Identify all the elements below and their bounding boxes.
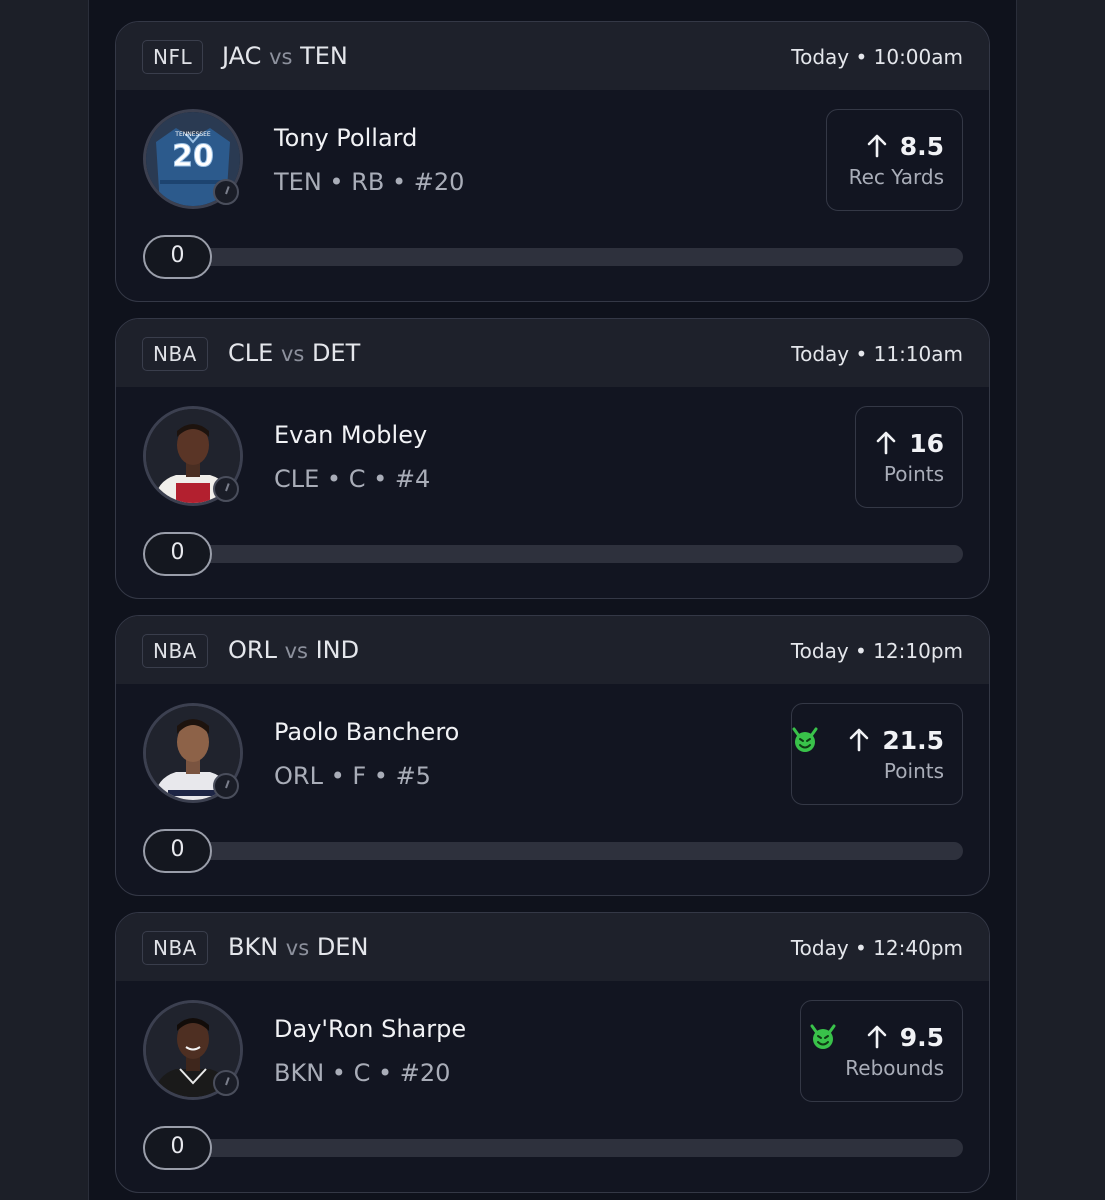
jersey-text: TENNESSEE <box>174 131 211 138</box>
game-time: Today • 12:40pm <box>790 936 963 960</box>
matchup: CLE vs DET <box>228 337 360 370</box>
projection-stat-label: Points <box>883 759 944 783</box>
progress-track <box>172 1139 963 1157</box>
progress-track <box>172 545 963 563</box>
progress-track <box>172 842 963 860</box>
projection-line: 21.5 <box>790 722 944 758</box>
projection-stat-label: Points <box>883 462 944 486</box>
pick-card[interactable]: NFL JAC vs TEN Today • 10:00am TENNESSEE… <box>115 21 990 302</box>
pick-card[interactable]: NBA CLE vs DET Today • 11:10am Evan Mobl… <box>115 318 990 599</box>
player-name: Tony Pollard <box>274 124 418 152</box>
projection-box[interactable]: 8.5 Rec Yards <box>826 109 963 211</box>
game-time: Today • 10:00am <box>791 45 963 69</box>
card-header: NFL JAC vs TEN Today • 10:00am <box>116 22 989 90</box>
clock-icon <box>213 476 239 502</box>
projection-box[interactable]: 21.5 Points <box>791 703 963 805</box>
clock-icon <box>213 179 239 205</box>
progress-value: 0 <box>143 235 212 279</box>
matchup: BKN vs DEN <box>228 931 368 964</box>
team-home: IND <box>315 636 360 664</box>
team-home: TEN <box>300 42 348 70</box>
projection-line: 8.5 <box>864 128 944 164</box>
arrow-up-icon <box>876 431 896 455</box>
league-badge: NBA <box>142 634 208 668</box>
card-header: NBA ORL vs IND Today • 12:10pm <box>116 616 989 684</box>
demon-icon <box>792 727 818 752</box>
progress-value: 0 <box>143 1126 212 1170</box>
player-info: TEN • RB • #20 <box>274 168 465 196</box>
vs-label: vs <box>269 45 293 69</box>
team-away: BKN <box>228 933 279 961</box>
player-name: Paolo Banchero <box>274 718 460 746</box>
team-away: CLE <box>228 339 274 367</box>
league-badge: NBA <box>142 337 208 371</box>
projection-value: 8.5 <box>899 131 944 161</box>
projection-value: 9.5 <box>899 1022 944 1052</box>
projection-box[interactable]: 16 Points <box>855 406 963 508</box>
game-time: Today • 12:10pm <box>790 639 963 663</box>
player-info: ORL • F • #5 <box>274 762 431 790</box>
team-away: JAC <box>222 42 262 70</box>
clock-icon <box>213 773 239 799</box>
player-info: BKN • C • #20 <box>274 1059 451 1087</box>
projection-value: 21.5 <box>882 725 944 755</box>
team-home: DET <box>311 339 361 367</box>
league-badge: NFL <box>142 40 204 74</box>
game-time: Today • 11:10am <box>791 342 963 366</box>
progress-track <box>172 248 963 266</box>
player-name: Day'Ron Sharpe <box>274 1015 467 1043</box>
projection-value: 16 <box>909 428 944 458</box>
vs-label: vs <box>285 936 310 960</box>
arrow-up-icon <box>850 728 869 752</box>
team-home: DEN <box>316 933 369 961</box>
jersey-number: 20 <box>172 139 214 174</box>
vs-label: vs <box>284 639 308 663</box>
projection-line: 16 <box>873 425 944 461</box>
card-header: NBA CLE vs DET Today • 11:10am <box>116 319 989 387</box>
pick-card[interactable]: NBA ORL vs IND Today • 12:10pm Paolo Ban… <box>115 615 990 896</box>
matchup: JAC vs TEN <box>222 40 348 73</box>
projection-box[interactable]: 9.5 Rebounds <box>800 1000 963 1102</box>
progress-value: 0 <box>143 532 212 576</box>
arrow-up-icon <box>867 134 887 158</box>
projection-stat-label: Rebounds <box>845 1056 944 1080</box>
projection-stat-label: Rec Yards <box>848 165 944 189</box>
vs-label: vs <box>280 342 305 366</box>
card-header: NBA BKN vs DEN Today • 12:40pm <box>116 913 989 981</box>
player-info: CLE • C • #4 <box>274 465 431 493</box>
matchup: ORL vs IND <box>228 634 359 667</box>
pick-card[interactable]: NBA BKN vs DEN Today • 12:40pm Day'Ron S… <box>115 912 990 1193</box>
player-name: Evan Mobley <box>274 421 428 449</box>
progress-value: 0 <box>143 829 212 873</box>
demon-icon <box>810 1024 836 1049</box>
team-away: ORL <box>228 636 277 664</box>
league-badge: NBA <box>142 931 208 965</box>
projection-line: 9.5 <box>808 1019 944 1055</box>
arrow-up-icon <box>867 1025 887 1049</box>
clock-icon <box>213 1070 239 1096</box>
